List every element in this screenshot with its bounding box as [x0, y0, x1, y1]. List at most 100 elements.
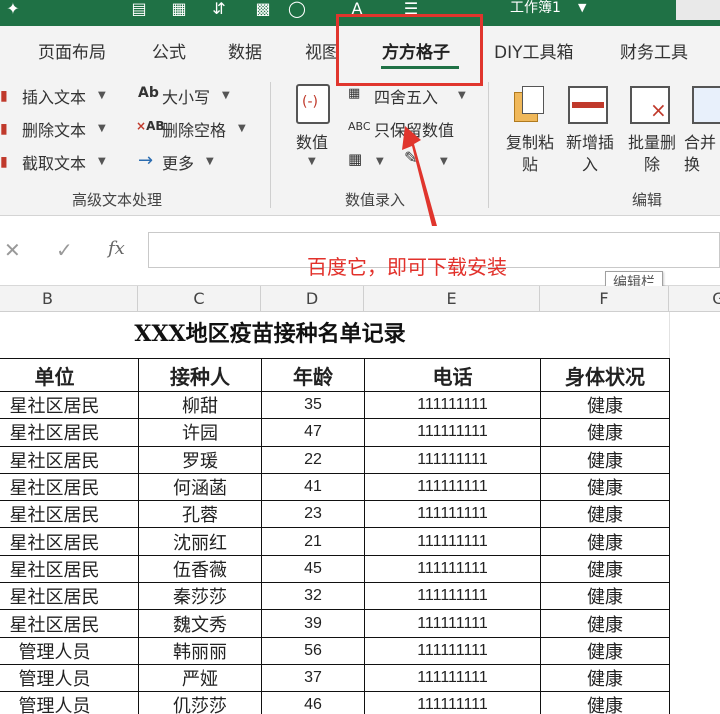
- phone-cell[interactable]: 111111111: [364, 500, 541, 529]
- person-cell[interactable]: 伍香薇: [138, 554, 262, 584]
- header-cell-person[interactable]: 接种人: [138, 358, 262, 392]
- tab-view[interactable]: 视图: [305, 38, 339, 63]
- unit-cell[interactable]: 星社区居民: [0, 609, 139, 638]
- column-header-c[interactable]: C: [138, 286, 261, 312]
- age-cell[interactable]: 39: [261, 609, 365, 638]
- unit-cell[interactable]: 管理人员: [0, 691, 139, 714]
- number-button[interactable]: 数值: [296, 129, 328, 153]
- clipboard-icon[interactable]: ▦: [168, 0, 190, 20]
- tab-diy-toolbox[interactable]: DIY工具箱: [494, 38, 574, 63]
- extract-text-button[interactable]: 截取文本: [22, 150, 86, 174]
- phone-cell[interactable]: 111111111: [364, 390, 541, 420]
- column-header-b[interactable]: B: [0, 286, 138, 312]
- tab-formulas[interactable]: 公式: [152, 38, 186, 63]
- phone-cell[interactable]: 111111111: [364, 663, 541, 693]
- insert-button[interactable]: 新增插 入: [560, 132, 620, 176]
- confirm-icon[interactable]: ✓: [56, 238, 73, 262]
- phone-cell[interactable]: 111111111: [364, 554, 541, 584]
- age-cell[interactable]: 23: [261, 500, 365, 529]
- chevron-down-icon[interactable]: ▼: [98, 156, 106, 167]
- person-cell[interactable]: 秦莎莎: [138, 582, 262, 611]
- insert-function-icon[interactable]: fx: [108, 238, 125, 259]
- person-cell[interactable]: 罗瑗: [138, 445, 262, 474]
- health-cell[interactable]: 健康: [540, 445, 670, 474]
- phone-cell[interactable]: 111111111: [364, 636, 541, 665]
- age-cell[interactable]: 37: [261, 663, 365, 693]
- delete-text-button[interactable]: 删除文本: [22, 117, 86, 141]
- tab-page-layout[interactable]: 页面布局: [38, 38, 106, 63]
- chevron-down-icon[interactable]: ▼: [308, 156, 316, 167]
- tab-finance-tools[interactable]: 财务工具: [620, 38, 688, 63]
- unit-cell[interactable]: 星社区居民: [0, 582, 139, 611]
- unit-cell[interactable]: 星社区居民: [0, 418, 139, 447]
- chevron-down-icon[interactable]: ▼: [458, 90, 466, 101]
- age-cell[interactable]: 47: [261, 418, 365, 447]
- age-cell[interactable]: 32: [261, 582, 365, 611]
- person-cell[interactable]: 仉莎莎: [138, 691, 262, 714]
- unit-cell[interactable]: 星社区居民: [0, 445, 139, 474]
- header-cell-age[interactable]: 年龄: [261, 358, 365, 392]
- round-button[interactable]: 四舍五入: [374, 84, 438, 108]
- age-cell[interactable]: 56: [261, 636, 365, 665]
- phone-cell[interactable]: 111111111: [364, 609, 541, 638]
- merge-convert-button[interactable]: 合并 换: [684, 132, 720, 176]
- chevron-down-icon[interactable]: ▼: [440, 156, 448, 167]
- person-cell[interactable]: 沈丽红: [138, 527, 262, 556]
- health-cell[interactable]: 健康: [540, 663, 670, 693]
- unit-cell[interactable]: 星社区居民: [0, 527, 139, 556]
- header-cell-unit[interactable]: 单位: [0, 358, 139, 392]
- health-cell[interactable]: 健康: [540, 500, 670, 529]
- insert-text-button[interactable]: 插入文本: [22, 84, 86, 108]
- tab-data[interactable]: 数据: [228, 38, 262, 63]
- column-header-g[interactable]: G: [669, 286, 720, 312]
- unit-cell[interactable]: 星社区居民: [0, 472, 139, 502]
- age-cell[interactable]: 21: [261, 527, 365, 556]
- sort-icon[interactable]: ⇵: [208, 0, 230, 20]
- age-cell[interactable]: 35: [261, 390, 365, 420]
- phone-cell[interactable]: 111111111: [364, 445, 541, 474]
- paint-brush-icon[interactable]: ✦: [2, 0, 24, 20]
- health-cell[interactable]: 健康: [540, 472, 670, 502]
- age-cell[interactable]: 41: [261, 472, 365, 502]
- chevron-down-icon[interactable]: ▼: [238, 123, 246, 134]
- remove-spaces-button[interactable]: 删除空格: [162, 117, 226, 141]
- unit-cell[interactable]: 星社区居民: [0, 390, 139, 420]
- health-cell[interactable]: 健康: [540, 636, 670, 665]
- phone-cell[interactable]: 111111111: [364, 582, 541, 611]
- header-cell-phone[interactable]: 电话: [364, 358, 541, 392]
- health-cell[interactable]: 健康: [540, 554, 670, 584]
- sheet-title[interactable]: XXX地区疫苗接种名单记录: [0, 316, 540, 348]
- chevron-down-icon[interactable]: ▼: [206, 156, 214, 167]
- search-box[interactable]: [676, 0, 720, 20]
- header-cell-health[interactable]: 身体状况: [540, 358, 670, 392]
- health-cell[interactable]: 健康: [540, 390, 670, 420]
- case-button[interactable]: 大小写: [162, 84, 210, 108]
- column-header-e[interactable]: E: [364, 286, 540, 312]
- unit-cell[interactable]: 星社区居民: [0, 554, 139, 584]
- unit-cell[interactable]: 管理人员: [0, 663, 139, 693]
- cancel-icon[interactable]: ✕: [4, 238, 21, 262]
- chevron-down-icon[interactable]: ▼: [376, 156, 384, 167]
- column-header-d[interactable]: D: [261, 286, 364, 312]
- person-cell[interactable]: 许园: [138, 418, 262, 447]
- chart-icon[interactable]: ▩: [252, 0, 274, 20]
- age-cell[interactable]: 22: [261, 445, 365, 474]
- clipboard-icon[interactable]: ▤: [128, 0, 150, 20]
- phone-cell[interactable]: 111111111: [364, 527, 541, 556]
- person-cell[interactable]: 何涵菡: [138, 472, 262, 502]
- workbook-name[interactable]: 工作簿1: [510, 0, 561, 20]
- person-cell[interactable]: 韩丽丽: [138, 636, 262, 665]
- health-cell[interactable]: 健康: [540, 582, 670, 611]
- more-button[interactable]: 更多: [162, 150, 194, 174]
- age-cell[interactable]: 46: [261, 691, 365, 714]
- unit-cell[interactable]: 星社区居民: [0, 500, 139, 529]
- keep-values-button[interactable]: 只保留数值: [374, 117, 454, 141]
- input-icon[interactable]: ✎: [404, 148, 417, 167]
- chevron-down-icon[interactable]: ▼: [98, 123, 106, 134]
- phone-cell[interactable]: 111111111: [364, 472, 541, 502]
- person-cell[interactable]: 孔蓉: [138, 500, 262, 529]
- health-cell[interactable]: 健康: [540, 609, 670, 638]
- health-cell[interactable]: 健康: [540, 527, 670, 556]
- phone-cell[interactable]: 111111111: [364, 691, 541, 714]
- person-cell[interactable]: 柳甜: [138, 390, 262, 420]
